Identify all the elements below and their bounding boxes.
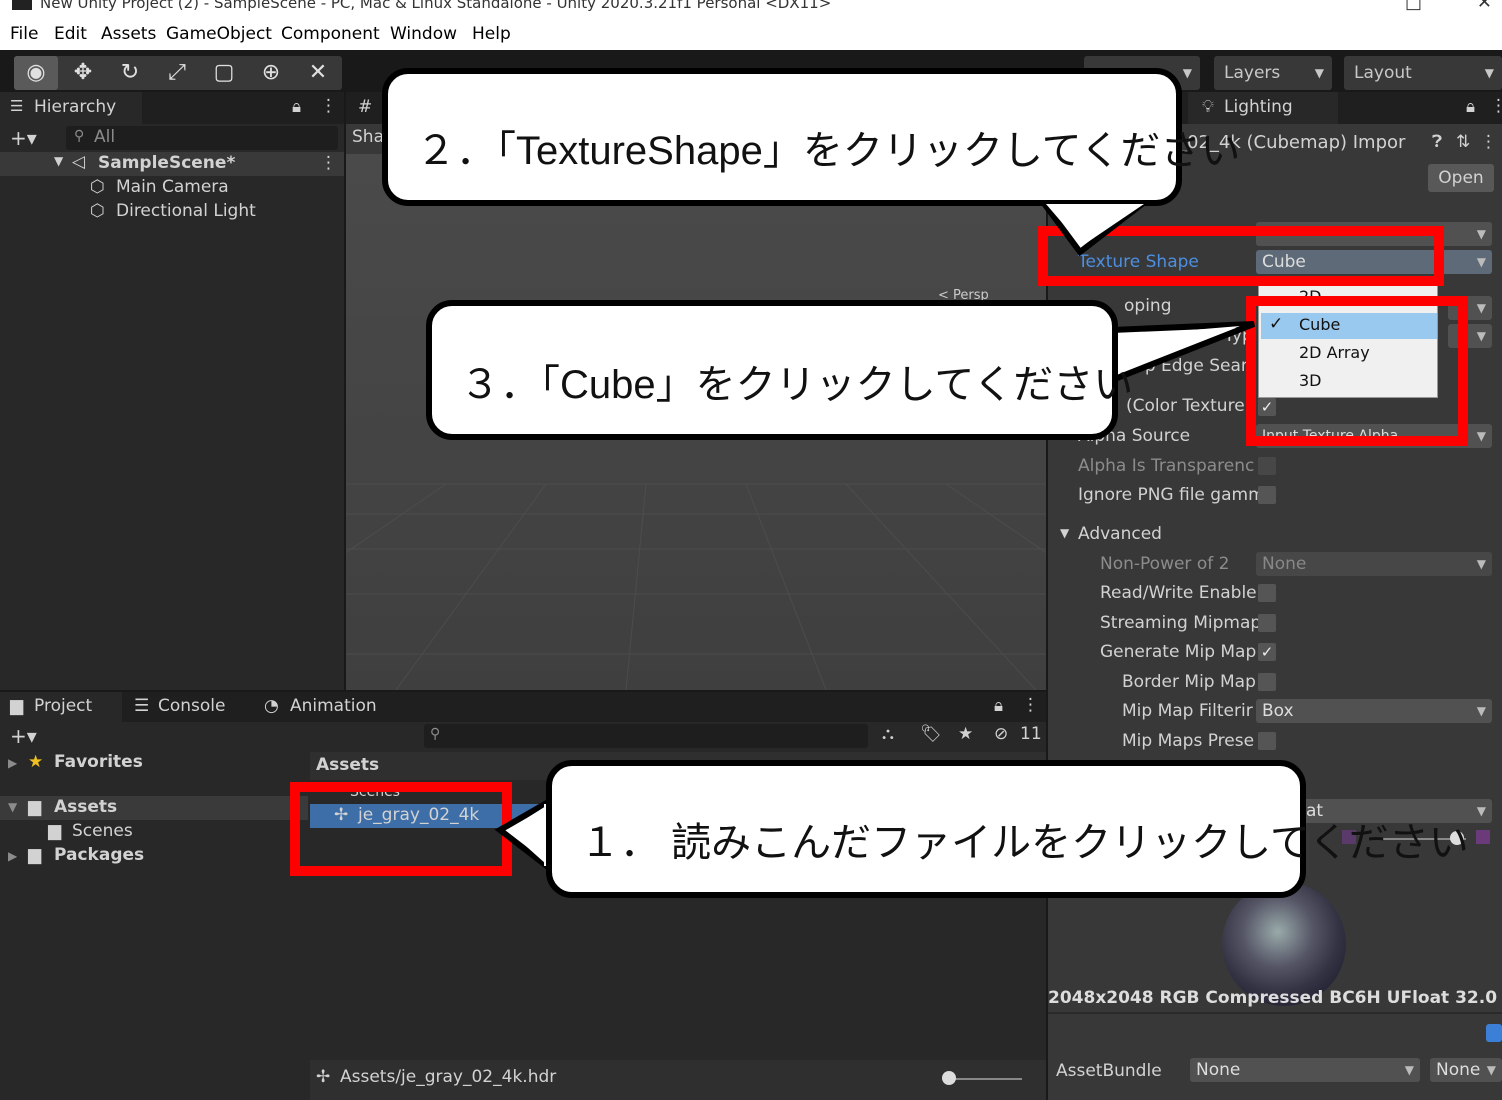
callout-tail-joins [508, 204, 1240, 864]
